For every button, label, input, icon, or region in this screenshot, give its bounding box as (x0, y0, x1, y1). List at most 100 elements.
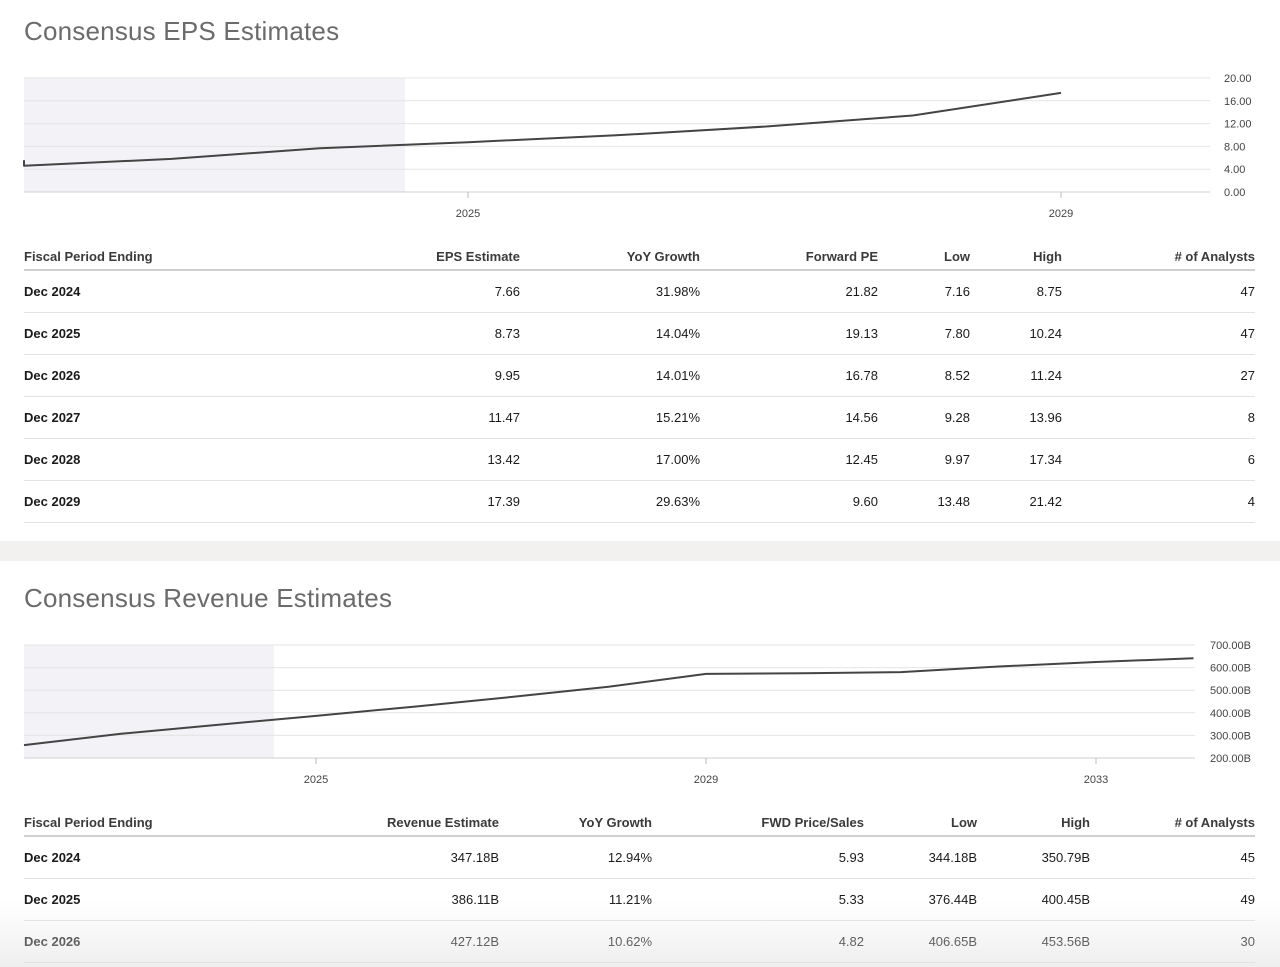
column-header: Fiscal Period Ending (24, 243, 224, 271)
value-cell: 9.97 (878, 438, 970, 481)
period-cell: Dec 2029 (24, 480, 224, 523)
value-cell: 49 (1090, 878, 1255, 921)
section-divider (0, 541, 1280, 561)
x-tick-label: 2029 (1049, 208, 1073, 220)
y-tick-label: 16.00 (1224, 96, 1252, 108)
y-tick-label: 20.00 (1224, 73, 1252, 85)
eps-section-title: Consensus EPS Estimates (24, 16, 340, 46)
y-tick-label: 400.00B (1210, 708, 1251, 720)
actuals-shade (24, 78, 405, 192)
value-cell: 45 (1090, 836, 1255, 879)
value-cell: 11.24 (970, 354, 1062, 397)
column-header: YoY Growth (520, 243, 700, 271)
value-cell: 9.95 (224, 354, 520, 397)
value-cell: 12.94% (499, 836, 652, 879)
y-tick-label: 4.00 (1224, 164, 1245, 176)
value-cell: 13.48 (878, 480, 970, 523)
column-header: YoY Growth (499, 809, 652, 837)
period-cell: Dec 2025 (24, 878, 224, 921)
table-row: Dec 2028 13.42 17.00% 12.45 9.97 17.34 6 (24, 438, 1255, 481)
eps-estimates-section: Consensus EPS Estimates 20.00 16.00 12.00 8… (0, 0, 1280, 541)
column-header: EPS Estimate (224, 243, 520, 271)
column-header: # of Analysts (1090, 809, 1255, 837)
value-cell: 21.82 (700, 270, 878, 313)
value-cell: 13.42 (224, 438, 520, 481)
value-cell: 427.12B (224, 920, 499, 963)
x-tick-label: 2025 (456, 208, 480, 220)
value-cell: 5.93 (652, 836, 864, 879)
value-cell: 400.45B (977, 878, 1090, 921)
column-header: Forward PE (700, 243, 878, 271)
value-cell: 6 (1062, 438, 1255, 481)
value-cell: 386.11B (224, 878, 499, 921)
value-cell: 17.39 (224, 480, 520, 523)
period-cell: Dec 2024 (24, 836, 224, 879)
value-cell: 406.65B (864, 920, 977, 963)
table-header-row: Fiscal Period Ending EPS Estimate YoY Grow… (24, 243, 1255, 271)
column-header: Low (864, 809, 977, 837)
period-cell: Dec 2026 (24, 354, 224, 397)
period-cell: Dec 2028 (24, 438, 224, 481)
revenue-estimates-table: Fiscal Period Ending Revenue Estimate YoY … (24, 809, 1255, 963)
value-cell: 17.00% (520, 438, 700, 481)
y-tick-label: 300.00B (1210, 730, 1251, 742)
value-cell: 453.56B (977, 920, 1090, 963)
value-cell: 10.62% (499, 920, 652, 963)
value-cell: 14.04% (520, 312, 700, 355)
revenue-section-title: Consensus Revenue Estimates (24, 583, 393, 613)
column-header: High (977, 809, 1090, 837)
value-cell: 5.33 (652, 878, 864, 921)
period-cell: Dec 2025 (24, 312, 224, 355)
value-cell: 31.98% (520, 270, 700, 313)
eps-estimates-table: Fiscal Period Ending EPS Estimate YoY Grow… (24, 243, 1255, 523)
value-cell: 7.80 (878, 312, 970, 355)
value-cell: 4 (1062, 480, 1255, 523)
column-header: # of Analysts (1062, 243, 1255, 271)
value-cell: 344.18B (864, 836, 977, 879)
value-cell: 8.75 (970, 270, 1062, 313)
value-cell: 27 (1062, 354, 1255, 397)
y-tick-label: 500.00B (1210, 685, 1251, 697)
period-cell: Dec 2024 (24, 270, 224, 313)
value-cell: 347.18B (224, 836, 499, 879)
value-cell: 15.21% (520, 396, 700, 439)
y-tick-label: 0.00 (1224, 187, 1245, 199)
value-cell: 7.16 (878, 270, 970, 313)
y-tick-label: 12.00 (1224, 119, 1252, 131)
table-row: Dec 2025 8.73 14.04% 19.13 7.80 10.24 47 (24, 312, 1255, 355)
value-cell: 11.21% (499, 878, 652, 921)
y-tick-label: 600.00B (1210, 663, 1251, 675)
value-cell: 350.79B (977, 836, 1090, 879)
table-row: Dec 2025 386.11B 11.21% 5.33 376.44B 400.45B 4… (24, 878, 1255, 921)
y-tick-label: 700.00B (1210, 640, 1251, 652)
value-cell: 11.47 (224, 396, 520, 439)
table-row: Dec 2024 7.66 31.98% 21.82 7.16 8.75 47 (24, 270, 1255, 313)
period-cell: Dec 2027 (24, 396, 224, 439)
value-cell: 30 (1090, 920, 1255, 963)
value-cell: 29.63% (520, 480, 700, 523)
value-cell: 47 (1062, 270, 1255, 313)
value-cell: 9.60 (700, 480, 878, 523)
value-cell: 17.34 (970, 438, 1062, 481)
revenue-line-chart: 700.00B 600.00B 500.00B 400.00B 300.00B 200.0… (23, 640, 1251, 786)
column-header: Revenue Estimate (224, 809, 499, 837)
table-row: Dec 2027 11.47 15.21% 14.56 9.28 13.96 8 (24, 396, 1255, 439)
period-cell: Dec 2026 (24, 920, 224, 963)
value-cell: 47 (1062, 312, 1255, 355)
column-header: Fiscal Period Ending (24, 809, 224, 837)
value-cell: 16.78 (700, 354, 878, 397)
table-header-row: Fiscal Period Ending Revenue Estimate YoY … (24, 809, 1255, 837)
value-cell: 8.73 (224, 312, 520, 355)
x-tick-label: 2025 (304, 774, 328, 786)
value-cell: 12.45 (700, 438, 878, 481)
column-header: FWD Price/Sales (652, 809, 864, 837)
y-tick-label: 8.00 (1224, 141, 1245, 153)
table-row: Dec 2024 347.18B 12.94% 5.93 344.18B 350.79B 4… (24, 836, 1255, 879)
value-cell: 14.56 (700, 396, 878, 439)
table-row: Dec 2026 9.95 14.01% 16.78 8.52 11.24 27 (24, 354, 1255, 397)
value-cell: 376.44B (864, 878, 977, 921)
revenue-estimates-section: Consensus Revenue Estimates 700.00B 600.0… (0, 561, 1280, 967)
value-cell: 8.52 (878, 354, 970, 397)
value-cell: 14.01% (520, 354, 700, 397)
table-row: Dec 2026 427.12B 10.62% 4.82 406.65B 453.56B 3… (24, 920, 1255, 963)
